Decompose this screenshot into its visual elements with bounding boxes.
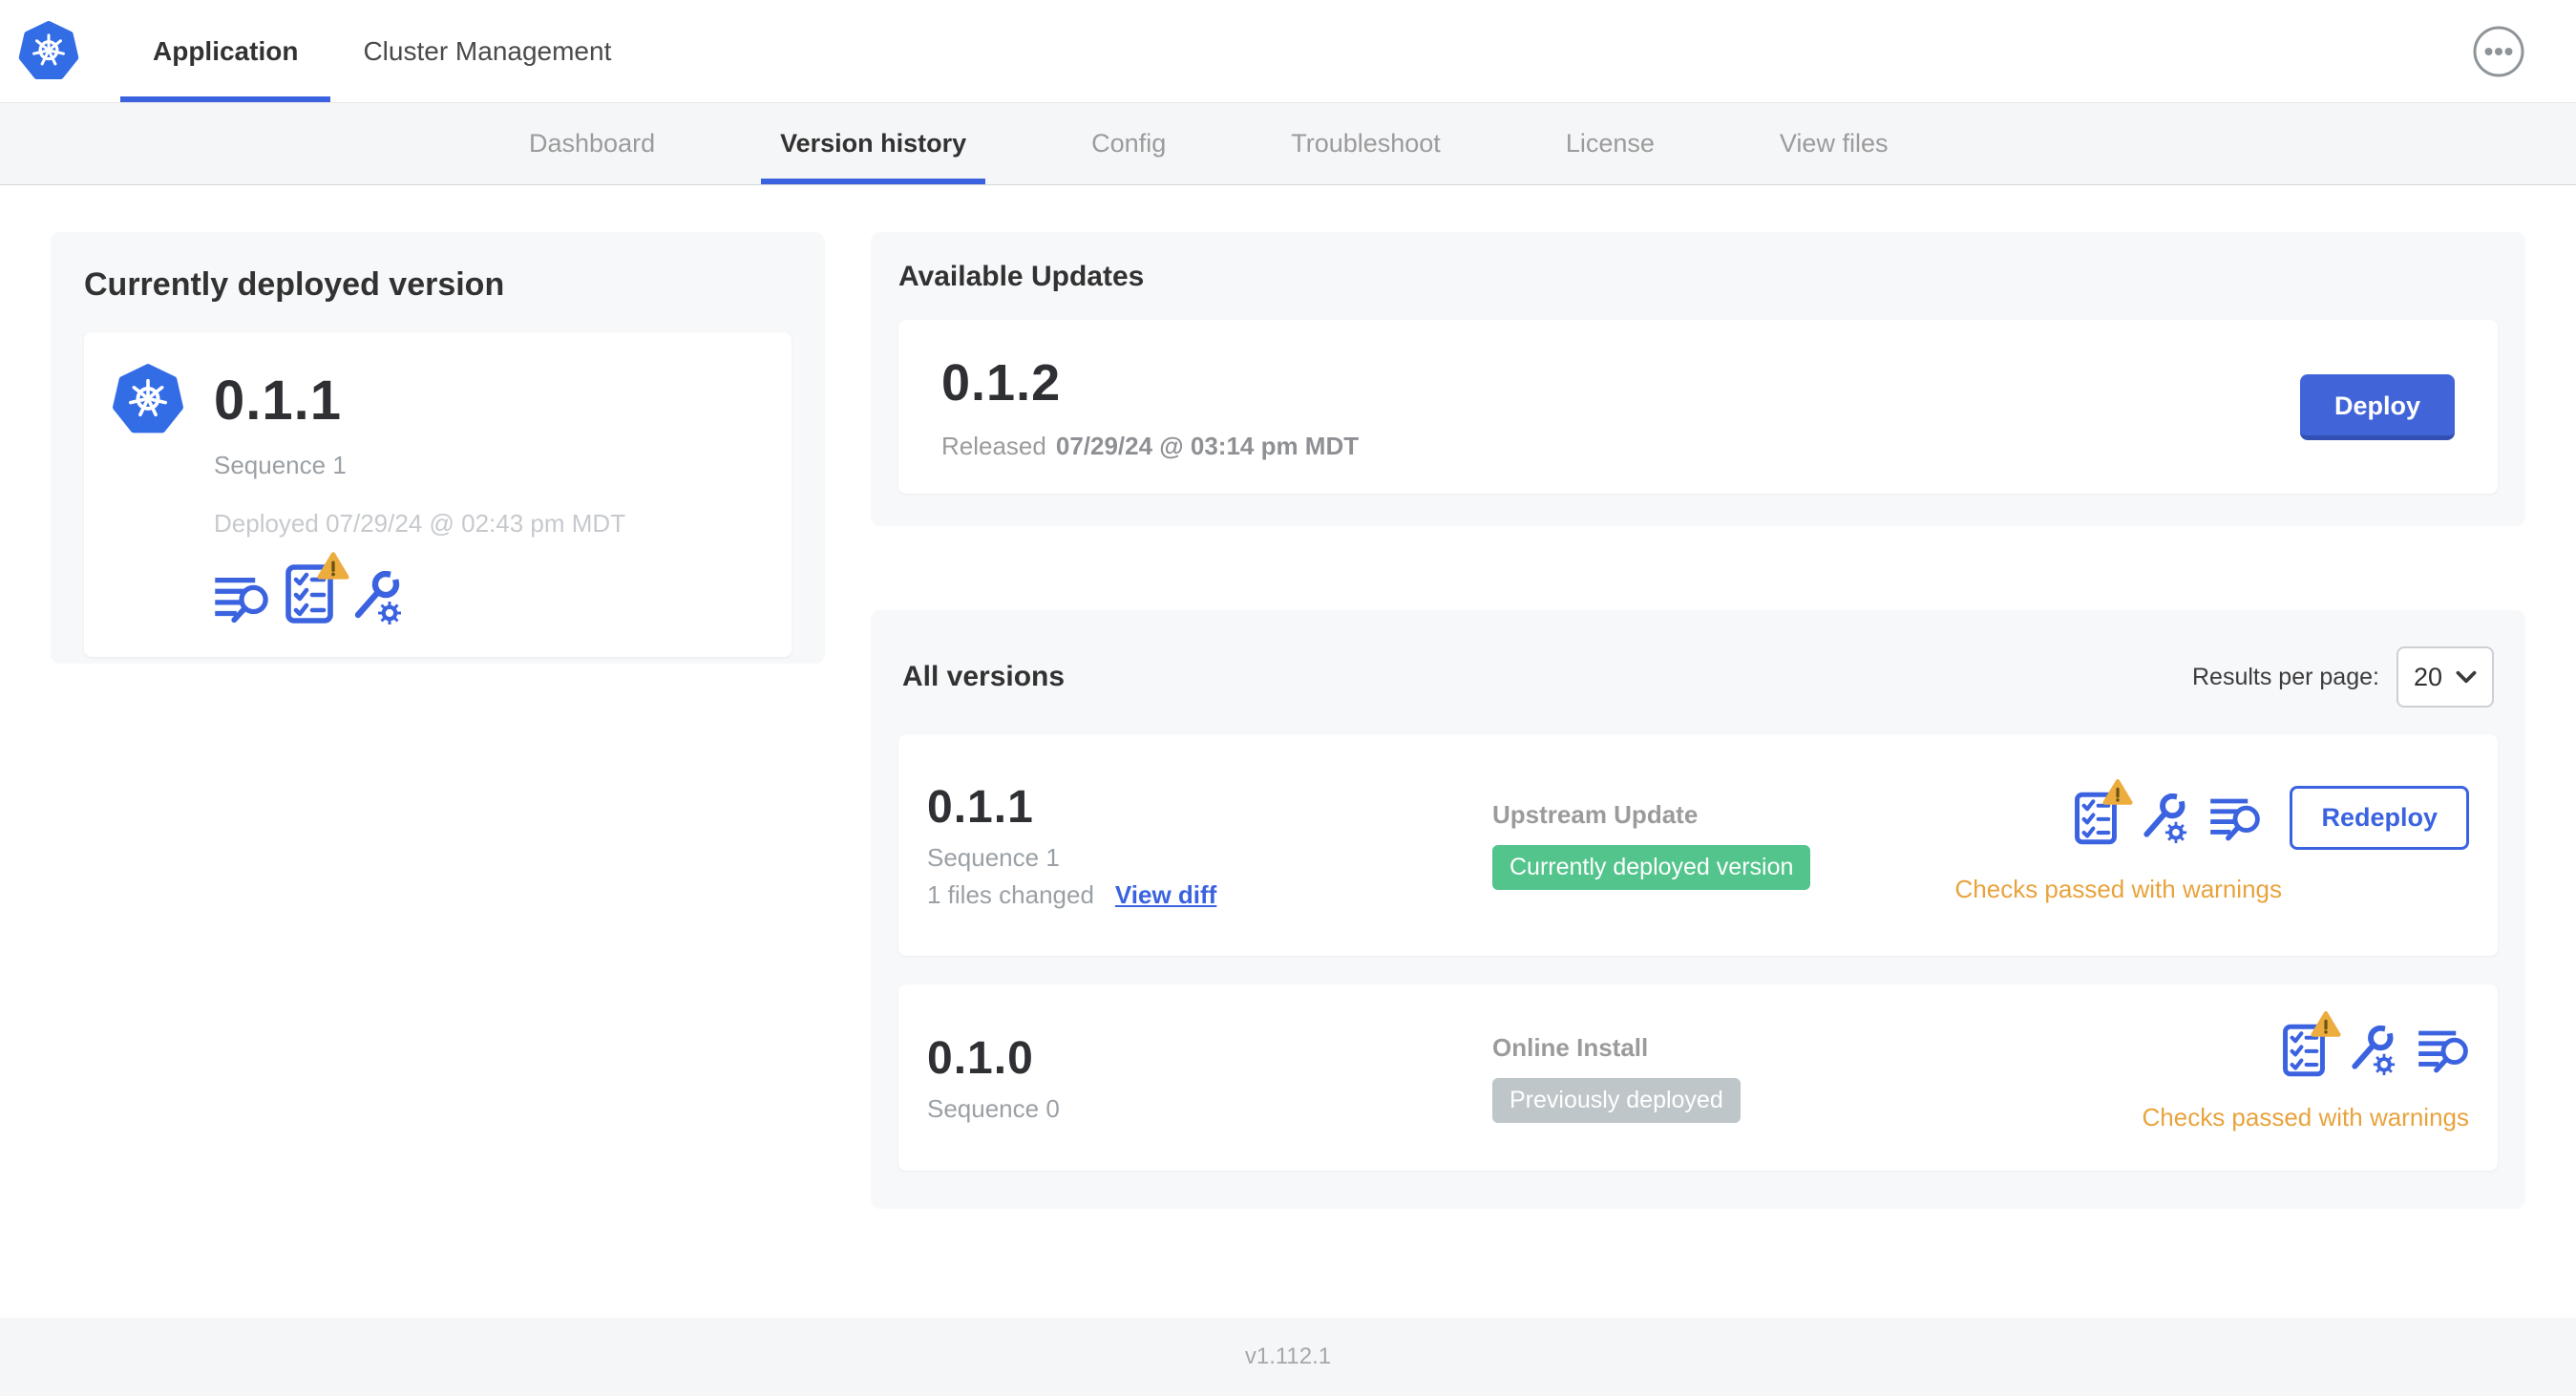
results-per-page-select[interactable]: 20: [2396, 646, 2494, 708]
subnav-tab-troubleshoot[interactable]: Troubleshoot: [1272, 103, 1460, 184]
redeploy-button[interactable]: Redeploy: [2290, 786, 2469, 850]
subnav-tab-version-history[interactable]: Version history: [761, 103, 986, 184]
more-options-button[interactable]: [2472, 0, 2525, 102]
top-tabs: Application Cluster Management: [120, 0, 644, 102]
available-updates-title: Available Updates: [898, 261, 1145, 292]
footer: v1.112.1: [0, 1318, 2576, 1396]
files-changed-text: 1 files changed: [927, 879, 1094, 909]
config-wrench-icon[interactable]: [349, 571, 403, 624]
subnav-tab-version-history-label: Version history: [780, 129, 967, 158]
status-text: Checks passed with warnings: [2142, 1103, 2470, 1132]
update-released-line: Released 07/29/24 @ 03:14 pm MDT: [941, 432, 1359, 461]
deploy-logs-icon[interactable]: [214, 573, 269, 624]
available-updates-card: Available Updates 0.1.2 Released 07/29/24…: [871, 232, 2525, 526]
top-tab-application[interactable]: Application: [120, 0, 331, 102]
app-subnav: Dashboard Version history Config Trouble…: [0, 103, 2576, 185]
version-sequence: Sequence 1: [927, 842, 1060, 872]
subnav-tab-troubleshoot-label: Troubleshoot: [1291, 129, 1441, 158]
deploy-logs-icon[interactable]: [2418, 1026, 2469, 1074]
ellipsis-icon: [2472, 25, 2525, 78]
kubernetes-logo-icon: [17, 20, 80, 83]
deployed-badge: Currently deployed version: [1492, 845, 1811, 890]
header-spacer: [644, 0, 2472, 102]
chevron-down-icon: [2456, 670, 2477, 684]
main-content: Currently deployed version 0.1.1 Sequenc…: [0, 185, 2576, 1209]
subnav-tab-view-files[interactable]: View files: [1761, 103, 1908, 184]
status-text: Checks passed with warnings: [1954, 875, 2283, 903]
warning-triangle-icon: [2102, 777, 2133, 806]
subnav-tab-license[interactable]: License: [1547, 103, 1674, 184]
current-version-title: Currently deployed version: [84, 266, 505, 303]
update-version-number: 0.1.2: [941, 353, 1062, 412]
released-date: 07/29/24 @ 03:14 pm MDT: [1055, 431, 1360, 460]
all-versions-title: All versions: [902, 661, 1066, 692]
current-version-sequence: Sequence 1: [214, 451, 347, 479]
deploy-button[interactable]: Deploy: [2299, 373, 2455, 440]
available-update-row: 0.1.2 Released 07/29/24 @ 03:14 pm MDT De…: [898, 320, 2498, 494]
current-version-deployed-date: Deployed 07/29/24 @ 02:43 pm MDT: [214, 509, 626, 538]
subnav-tab-dashboard[interactable]: Dashboard: [510, 103, 674, 184]
current-version-inner-card: 0.1.1 Sequence 1 Deployed 07/29/24 @ 02:…: [84, 332, 792, 657]
version-sequence: Sequence 0: [927, 1093, 1060, 1123]
warning-triangle-icon: [317, 550, 349, 581]
subnav-tab-dashboard-label: Dashboard: [529, 129, 656, 158]
right-column: Available Updates 0.1.2 Released 07/29/24…: [871, 232, 2525, 1209]
preflight-checks-icon[interactable]: [285, 563, 334, 624]
version-number: 0.1.1: [927, 781, 1034, 833]
preflight-checks-icon[interactable]: [2282, 1023, 2326, 1078]
version-number: 0.1.0: [927, 1032, 1034, 1084]
subnav-tab-view-files-label: View files: [1779, 129, 1889, 158]
current-version-card: Currently deployed version 0.1.1 Sequenc…: [51, 232, 825, 664]
config-wrench-icon[interactable]: [2347, 1026, 2397, 1075]
config-wrench-icon[interactable]: [2139, 793, 2188, 843]
results-per-page: Results per page: 20: [2192, 646, 2494, 708]
subnav-tab-license-label: License: [1565, 129, 1655, 158]
version-row: 0.1.1 Sequence 1 1 files changed View di…: [898, 734, 2498, 956]
view-diff-link[interactable]: View diff: [1115, 880, 1216, 910]
released-prefix: Released: [941, 431, 1046, 460]
top-tab-cluster-management-label: Cluster Management: [363, 35, 612, 66]
top-tab-application-label: Application: [153, 35, 299, 66]
current-version-number: 0.1.1: [214, 369, 342, 432]
version-source: Online Install: [1492, 1032, 1649, 1062]
deployed-badge: Previously deployed: [1492, 1077, 1741, 1123]
brand: [17, 0, 80, 102]
all-versions-card: All versions Results per page: 20 0.1.1 …: [871, 610, 2525, 1209]
results-per-page-value: 20: [2413, 662, 2442, 691]
app-kubernetes-icon: [111, 363, 185, 437]
page: Application Cluster Management Dashboard: [0, 0, 2576, 1396]
subnav-tab-config-label: Config: [1091, 129, 1167, 158]
top-tab-cluster-management[interactable]: Cluster Management: [330, 0, 644, 102]
results-per-page-label: Results per page:: [2192, 663, 2379, 690]
deploy-logs-icon[interactable]: [2209, 794, 2261, 842]
warning-triangle-icon: [2311, 1009, 2341, 1038]
subnav-tab-config[interactable]: Config: [1072, 103, 1185, 184]
preflight-checks-icon[interactable]: [2074, 791, 2118, 846]
version-row: 0.1.0 Sequence 0 Online Install Previous…: [898, 984, 2498, 1171]
console-version: v1.112.1: [1244, 1343, 1332, 1369]
top-header: Application Cluster Management: [0, 0, 2576, 103]
version-source: Upstream Update: [1492, 800, 1699, 829]
